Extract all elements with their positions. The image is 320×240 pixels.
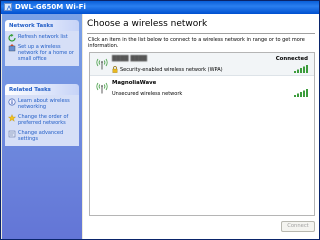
network-list[interactable]: ████ ████ Connected Security-enabled wir… [89, 52, 315, 216]
wifi-app-icon [4, 3, 12, 11]
refresh-icon [8, 34, 16, 42]
wireless-antenna-icon [96, 58, 108, 70]
network-item-unsecured[interactable]: MagnoliaWave Unsecured wireless network [90, 77, 314, 100]
related-tasks-box: Related Tasks Learn about wireless netwo… [5, 84, 79, 146]
network-tasks-header: Network Tasks [5, 20, 79, 31]
task-change-order[interactable]: Change the order of preferred networks [8, 114, 77, 126]
security-description: Unsecured wireless network [112, 91, 183, 97]
main-content: Choose a wireless network Click an item … [83, 14, 319, 239]
task-advanced-settings[interactable]: Change advanced settings [8, 130, 77, 142]
task-label: Set up a wireless network for a home or … [18, 44, 74, 62]
task-setup-wireless[interactable]: Set up a wireless network for a home or … [8, 44, 77, 62]
page-title: Choose a wireless network [87, 19, 208, 29]
security-description: Security-enabled wireless network (WPA) [120, 67, 223, 73]
network-name: MagnoliaWave [112, 80, 157, 86]
connection-status: Connected [275, 56, 308, 62]
settings-icon [8, 130, 16, 138]
connect-button[interactable]: Connect [281, 221, 315, 232]
heading-divider [87, 33, 315, 34]
task-pane: Network Tasks Refresh network list Set u… [2, 14, 82, 239]
task-refresh-network-list[interactable]: Refresh network list [8, 34, 77, 42]
window-title: DWL-G650M Wi-Fi [15, 3, 86, 11]
wireless-window: DWL-G650M Wi-Fi Network Tasks Refresh ne… [0, 0, 320, 240]
title-bar[interactable]: DWL-G650M Wi-Fi [1, 1, 319, 14]
signal-strength-icon [294, 65, 308, 73]
network-tasks-box: Network Tasks Refresh network list Set u… [5, 20, 79, 66]
task-label: Learn about wireless networking [18, 98, 70, 110]
network-name: ████ ████ [112, 56, 148, 62]
task-learn-wireless[interactable]: Learn about wireless networking [8, 98, 77, 110]
signal-strength-icon [294, 89, 308, 97]
lock-icon [112, 66, 118, 73]
instructions-text: Click an item in the list below to conne… [88, 37, 305, 49]
setup-icon [8, 44, 16, 52]
network-tasks-body: Refresh network list Set up a wireless n… [5, 31, 79, 66]
wireless-antenna-icon [96, 82, 108, 94]
info-icon [8, 98, 16, 106]
task-label: Change advanced settings [18, 130, 64, 142]
related-tasks-body: Learn about wireless networking Change t… [5, 95, 79, 146]
star-icon [8, 114, 16, 122]
network-item-connected[interactable]: ████ ████ Connected Security-enabled wir… [90, 53, 314, 76]
task-label: Refresh network list [18, 34, 68, 40]
task-label: Change the order of preferred networks [18, 114, 69, 126]
related-tasks-header: Related Tasks [5, 84, 79, 95]
